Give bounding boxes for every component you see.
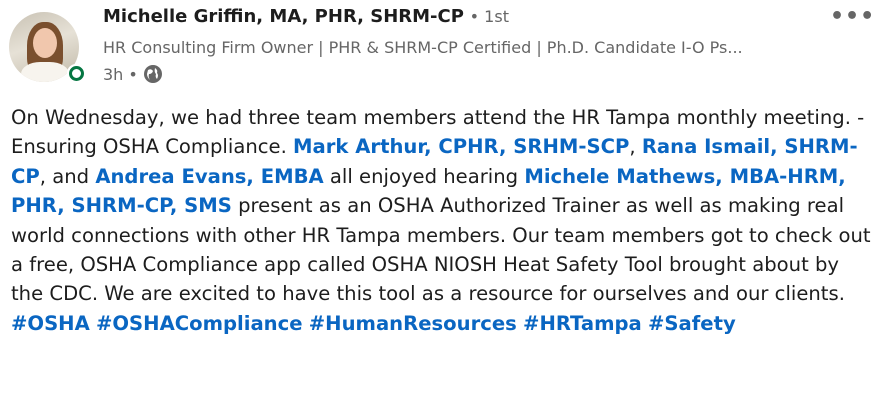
post-text: , [629,135,642,159]
avatar-body [21,62,69,82]
avatar-face [33,28,57,58]
hashtag-link[interactable]: #OSHA [11,312,90,335]
post-text: all enjoyed hearing [323,164,525,188]
time-label: 3h • [103,64,138,84]
hashtag-link[interactable]: #HumanResources [309,312,517,335]
author-name[interactable]: Michelle Griffin, MA, PHR, SHRM-CP [103,6,464,27]
author-line: Michelle Griffin, MA, PHR, SHRM-CP • 1st [103,6,509,27]
post-time: 3h • [103,64,163,84]
online-status-icon [67,64,85,82]
post-text: , and [39,164,96,188]
more-options-button[interactable]: ••• [830,4,875,29]
mention-link[interactable]: Andrea Evans, EMBA [95,165,323,188]
post-body: On Wednesday, we had three team members … [11,103,871,338]
globe-icon [143,65,162,83]
hashtag-link[interactable]: #OSHACompliance [96,312,303,335]
hashtag-link[interactable]: #Safety [648,312,736,335]
mention-link[interactable]: Mark Arthur, CPHR, SRHM-SCP [293,135,629,158]
author-headline: HR Consulting Firm Owner | PHR & SHRM-CP… [103,38,743,57]
connection-degree: • 1st [469,7,509,26]
hashtag-link[interactable]: #HRTampa [523,312,642,335]
